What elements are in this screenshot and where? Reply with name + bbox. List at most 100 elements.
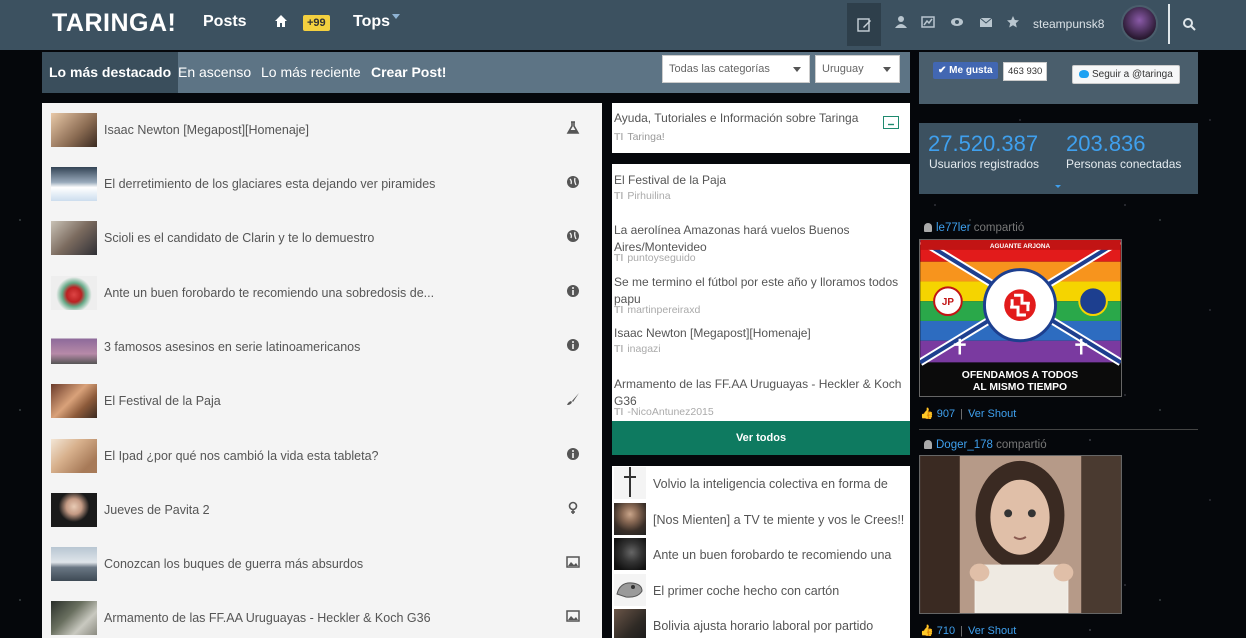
user-avatar[interactable] — [1121, 5, 1158, 42]
post-thumbnail[interactable] — [614, 609, 646, 638]
facebook-like-button[interactable]: ✔ Me gusta — [933, 62, 998, 79]
post-title[interactable]: Armamento de las FF.AA Uruguayas - Heckl… — [104, 611, 554, 625]
post-thumbnail[interactable] — [51, 384, 97, 418]
eye-icon[interactable] — [950, 15, 964, 29]
post-title[interactable]: Ante un buen forobardo te recomiendo una… — [104, 286, 554, 300]
post-title[interactable]: El derretimiento de los glaciares esta d… — [104, 177, 554, 191]
author-name[interactable]: Pirhuilina — [627, 190, 670, 202]
tab-reciente[interactable]: Lo más reciente — [261, 52, 361, 93]
list-item-title[interactable]: Bolivia ajusta horario laboral por parti… — [653, 619, 908, 633]
list-item[interactable]: El Ipad ¿por qué nos cambió la vida esta… — [42, 429, 602, 483]
list-item[interactable]: Se me termino el fútbol por este año y l… — [614, 274, 906, 316]
list-item[interactable]: Ante un buen forobardo te recomiendo una — [612, 537, 910, 572]
chevron-down-icon[interactable] — [392, 14, 400, 19]
list-item[interactable]: Jueves de Pavita 2 — [42, 483, 602, 537]
username-label[interactable]: steampunsk8 — [1033, 17, 1104, 31]
list-item[interactable]: Armamento de las FF.AA Uruguayas - Heckl… — [42, 591, 602, 638]
list-item[interactable]: El derretimiento de los glaciares esta d… — [42, 157, 602, 211]
post-thumbnail[interactable] — [51, 167, 97, 201]
author-name[interactable]: puntoyseguido — [627, 252, 695, 264]
list-item[interactable]: La aerolínea Amazonas hará vuelos Buenos… — [614, 222, 906, 264]
list-item[interactable]: Ante un buen forobardo te recomiendo una… — [42, 266, 602, 320]
post-thumbnail[interactable] — [51, 113, 97, 147]
help-author-name[interactable]: Taringa! — [627, 131, 664, 143]
list-item-title[interactable]: [Nos Mienten] a TV te miente y vos le Cr… — [653, 513, 908, 527]
mail-icon[interactable] — [979, 15, 993, 29]
help-box[interactable]: Ayuda, Tutoriales e Información sobre Ta… — [612, 103, 910, 153]
post-title[interactable]: El Festival de la Paja — [104, 394, 554, 408]
compose-button[interactable] — [847, 3, 881, 46]
author-name[interactable]: -NicoAntunez2015 — [627, 406, 713, 418]
post-title[interactable]: Scioli es el candidato de Clarin y te lo… — [104, 231, 554, 245]
search-icon[interactable] — [1182, 17, 1196, 31]
thumbs-up-icon[interactable]: 👍 — [920, 408, 934, 420]
post-title[interactable]: Conozcan los buques de guerra más absurd… — [104, 557, 554, 571]
post-thumbnail[interactable] — [614, 538, 646, 570]
post-title[interactable]: 3 famosos asesinos en serie latinoameric… — [104, 340, 554, 354]
home-icon[interactable] — [274, 14, 288, 28]
list-item-title[interactable]: Isaac Newton [Megapost][Homenaje] — [614, 325, 906, 342]
list-item-title[interactable]: Se me termino el fútbol por este año y l… — [614, 274, 906, 308]
post-thumbnail[interactable] — [51, 276, 97, 310]
list-item[interactable]: Armamento de las FF.AA Uruguayas - Heckl… — [614, 376, 906, 418]
share-username[interactable]: Doger_178 — [936, 439, 993, 451]
list-item-title[interactable]: Armamento de las FF.AA Uruguayas - Heckl… — [614, 376, 906, 410]
star-icon[interactable] — [1006, 15, 1020, 29]
tab-crear-post[interactable]: Crear Post! — [371, 52, 446, 93]
banner-bottom-line-1: OFENDAMOS A TODOS — [962, 370, 1079, 381]
ver-todos-button[interactable]: Ver todos — [612, 421, 910, 455]
cross-necklace-thumbnail[interactable] — [614, 467, 646, 499]
list-item[interactable]: El Festival de la Paja — [42, 374, 602, 428]
list-item[interactable]: Scioli es el candidato de Clarin y te lo… — [42, 211, 602, 265]
list-item-title[interactable]: Volvio la inteligencia colectiva en form… — [653, 477, 908, 491]
user-icon[interactable] — [894, 15, 908, 29]
list-item[interactable]: 3 famosos asesinos en serie latinoameric… — [42, 320, 602, 374]
nav-posts-link[interactable]: Posts — [203, 13, 247, 31]
list-item[interactable]: Isaac Newton [Megapost][Homenaje] TI inag… — [614, 325, 906, 355]
nav-tops-link[interactable]: Tops — [353, 13, 390, 31]
ver-shout-link[interactable]: Ver Shout — [968, 625, 1016, 637]
expand-button[interactable] — [883, 116, 899, 129]
list-item-title[interactable]: El Festival de la Paja — [614, 172, 906, 189]
list-item[interactable]: Isaac Newton [Megapost][Homenaje] — [42, 103, 602, 157]
list-item[interactable]: Conozcan los buques de guerra más absurd… — [42, 537, 602, 591]
share-likes[interactable]: 710 — [937, 625, 955, 637]
post-title[interactable]: Jueves de Pavita 2 — [104, 503, 554, 517]
list-item[interactable]: [Nos Mienten] a TV te miente y vos le Cr… — [612, 502, 910, 537]
twitter-follow-button[interactable]: Seguir a @taringa — [1072, 65, 1180, 84]
list-item[interactable]: El primer coche hecho con cartón — [612, 573, 910, 608]
notification-badge[interactable]: +99 — [303, 15, 330, 31]
chevron-down-icon[interactable] — [1055, 185, 1061, 188]
share-likes[interactable]: 907 — [937, 408, 955, 420]
post-thumbnail[interactable] — [614, 503, 646, 535]
shared-image-girl[interactable] — [919, 455, 1122, 614]
post-thumbnail[interactable] — [51, 493, 97, 527]
post-thumbnail[interactable] — [51, 439, 97, 473]
category-select[interactable]: Todas las categorías — [662, 55, 810, 83]
taringa-logo[interactable]: TARINGA! — [52, 9, 176, 38]
list-item-title[interactable]: El primer coche hecho con cartón — [653, 584, 908, 598]
post-thumbnail[interactable] — [51, 601, 97, 635]
frog-meme-thumbnail[interactable] — [614, 574, 646, 606]
author-name[interactable]: martinpereiraxd — [627, 304, 700, 316]
ver-shout-link[interactable]: Ver Shout — [968, 408, 1016, 420]
list-item[interactable]: Volvio la inteligencia colectiva en form… — [612, 466, 910, 501]
tab-destacado[interactable]: Lo más destacado — [42, 52, 179, 93]
stats-icon[interactable] — [921, 15, 935, 29]
help-title[interactable]: Ayuda, Tutoriales e Información sobre Ta… — [614, 111, 858, 125]
thumbs-up-icon[interactable]: 👍 — [920, 625, 934, 637]
author-name[interactable]: inagazi — [627, 343, 660, 355]
list-item-title[interactable]: Ante un buen forobardo te recomiendo una — [653, 548, 908, 562]
tab-en-ascenso[interactable]: En ascenso — [178, 52, 251, 93]
post-thumbnail[interactable] — [51, 330, 97, 364]
post-title[interactable]: El Ipad ¿por qué nos cambió la vida esta… — [104, 449, 554, 463]
shared-image-flag[interactable]: AGUANTE ARJONA JP OFENDAMOS A TODOS AL M… — [919, 239, 1122, 397]
post-title[interactable]: Isaac Newton [Megapost][Homenaje] — [104, 123, 554, 137]
country-select[interactable]: Uruguay — [815, 55, 900, 83]
share-username[interactable]: le77ler — [936, 222, 971, 234]
post-thumbnail[interactable] — [51, 221, 97, 255]
post-thumbnail[interactable] — [51, 547, 97, 581]
list-item[interactable]: Bolivia ajusta horario laboral por parti… — [612, 608, 910, 638]
list-item-title[interactable]: La aerolínea Amazonas hará vuelos Buenos… — [614, 222, 906, 256]
list-item[interactable]: El Festival de la Paja TI Pirhuilina — [614, 172, 906, 202]
